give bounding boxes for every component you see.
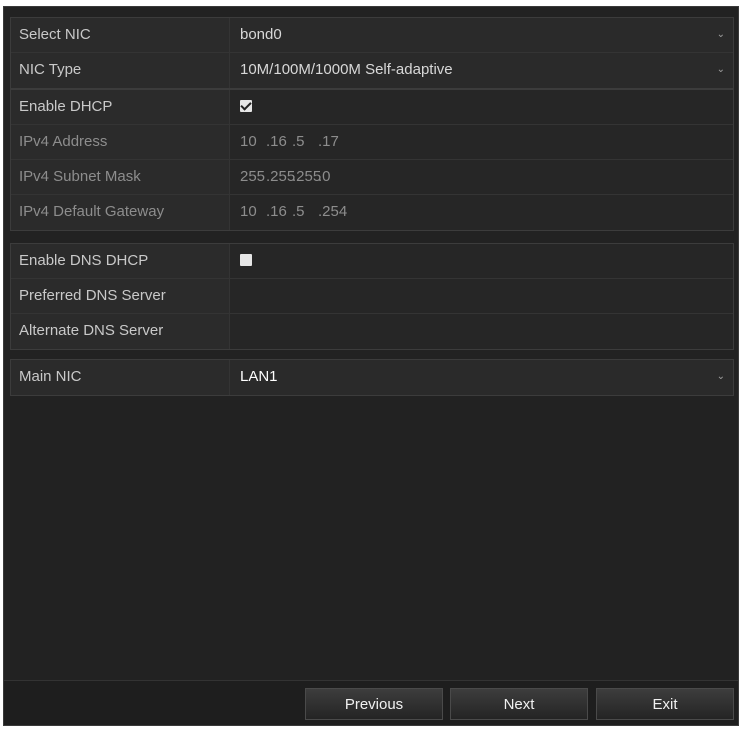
main-nic-value: LAN1	[240, 368, 278, 385]
enable-dhcp-row: Enable DHCP	[11, 90, 733, 125]
main-nic-dropdown[interactable]: LAN1 ⌄	[230, 360, 733, 395]
preferred-dns-row: Preferred DNS Server	[11, 279, 733, 314]
enable-dns-dhcp-label: Enable DNS DHCP	[11, 244, 230, 278]
network-wizard-window: Select NIC bond0 ⌄ NIC Type 10M/100M/100…	[3, 6, 739, 726]
ip-octet: 255	[240, 168, 266, 185]
main-nic-row[interactable]: Main NIC LAN1 ⌄	[11, 360, 733, 395]
select-nic-row[interactable]: Select NIC bond0 ⌄	[11, 18, 733, 53]
wizard-footer: Previous Next Exit	[4, 680, 738, 725]
enable-dns-dhcp-row: Enable DNS DHCP	[11, 244, 733, 279]
main-nic-group: Main NIC LAN1 ⌄	[10, 359, 734, 396]
ip-octet: .254	[318, 203, 348, 220]
ipv4-default-gateway-row: IPv4 Default Gateway 10 .16 .5 .254	[11, 195, 733, 230]
alternate-dns-label: Alternate DNS Server	[11, 314, 230, 349]
ip-octet: 10	[240, 133, 257, 150]
ipv4-group: Enable DHCP IPv4 Address 10 .16 .5 .17 IPv4…	[10, 89, 734, 231]
ipv4-subnet-mask-label: IPv4 Subnet Mask	[11, 160, 230, 194]
ip-octet: .16	[266, 133, 287, 150]
ip-octet: .5	[292, 203, 305, 220]
chevron-down-icon[interactable]: ⌄	[717, 360, 725, 394]
nic-type-row[interactable]: NIC Type 10M/100M/1000M Self-adaptive ⌄	[11, 53, 733, 88]
ipv4-address-field[interactable]: 10 .16 .5 .17	[230, 125, 733, 159]
alternate-dns-row: Alternate DNS Server	[11, 314, 733, 349]
enable-dns-dhcp-value	[230, 244, 733, 278]
nic-group: Select NIC bond0 ⌄ NIC Type 10M/100M/100…	[10, 17, 734, 89]
preferred-dns-field[interactable]	[230, 279, 733, 313]
preferred-dns-label: Preferred DNS Server	[11, 279, 230, 313]
ip-octet: .255	[266, 168, 296, 185]
ip-octet: .5	[292, 133, 305, 150]
ip-octet: .0	[318, 168, 331, 185]
chevron-down-icon[interactable]: ⌄	[717, 53, 725, 87]
ip-octet: .255	[292, 168, 322, 185]
ipv4-default-gateway-field[interactable]: 10 .16 .5 .254	[230, 195, 733, 230]
nic-type-dropdown[interactable]: 10M/100M/1000M Self-adaptive ⌄	[230, 53, 733, 88]
ip-octet: 10	[240, 203, 257, 220]
next-button[interactable]: Next	[450, 688, 588, 720]
enable-dhcp-label: Enable DHCP	[11, 90, 230, 124]
ipv4-subnet-mask-field[interactable]: 255.255.255.0	[230, 160, 733, 194]
previous-button[interactable]: Previous	[305, 688, 443, 720]
select-nic-dropdown[interactable]: bond0 ⌄	[230, 18, 733, 52]
dns-group: Enable DNS DHCP Preferred DNS Server Alt…	[10, 243, 734, 350]
ipv4-subnet-mask-row: IPv4 Subnet Mask 255.255.255.0	[11, 160, 733, 195]
nic-type-label: NIC Type	[11, 53, 230, 88]
select-nic-label: Select NIC	[11, 18, 230, 52]
select-nic-value: bond0	[240, 26, 282, 43]
ip-octet: .16	[266, 203, 287, 220]
ipv4-address-row: IPv4 Address 10 .16 .5 .17	[11, 125, 733, 160]
enable-dns-dhcp-checkbox[interactable]	[240, 254, 252, 267]
nic-type-value: 10M/100M/1000M Self-adaptive	[240, 61, 453, 78]
exit-button[interactable]: Exit	[596, 688, 734, 720]
ipv4-address-label: IPv4 Address	[11, 125, 230, 159]
enable-dhcp-value	[230, 90, 733, 124]
ip-octet: .17	[318, 133, 339, 150]
chevron-down-icon[interactable]: ⌄	[717, 18, 725, 52]
enable-dhcp-checkbox[interactable]	[240, 100, 252, 113]
alternate-dns-field[interactable]	[230, 314, 733, 349]
main-nic-label: Main NIC	[11, 360, 230, 395]
ipv4-default-gateway-label: IPv4 Default Gateway	[11, 195, 230, 230]
